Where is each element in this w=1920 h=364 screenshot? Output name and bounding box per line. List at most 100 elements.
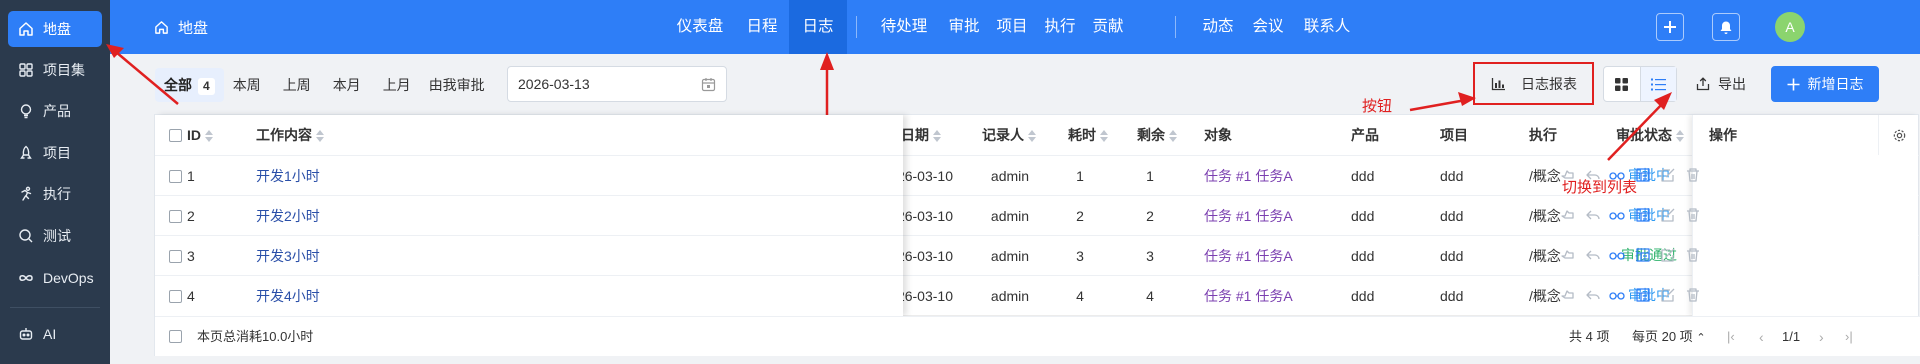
- pager-page-size[interactable]: 每页 20 项 ⌃: [1632, 317, 1706, 357]
- select-all-checkbox[interactable]: [169, 129, 182, 142]
- row-checkbox[interactable]: [169, 250, 182, 263]
- recorder-cell: admin: [990, 288, 1030, 304]
- sort-icon: [205, 130, 213, 143]
- detail-button[interactable]: [1634, 246, 1652, 264]
- export-button[interactable]: 导出: [1690, 66, 1752, 102]
- footer-select-checkbox[interactable]: [169, 330, 182, 343]
- column-header-left[interactable]: 剩余: [1137, 115, 1177, 155]
- sidebar-item-label: AI: [43, 326, 57, 342]
- delete-icon: [1687, 288, 1699, 302]
- content-link[interactable]: 开发1小时: [256, 156, 320, 196]
- nav-contribution[interactable]: 贡献: [1088, 0, 1128, 54]
- filter-tab-this-month[interactable]: 本月: [324, 68, 370, 102]
- start-button[interactable]: [1558, 206, 1576, 224]
- column-header-label: 工作内容: [256, 127, 312, 143]
- filter-tab-last-month[interactable]: 上月: [374, 68, 420, 102]
- user-avatar[interactable]: A: [1775, 12, 1805, 42]
- object-link[interactable]: 任务 #1 任务A: [1204, 276, 1293, 316]
- table-footer: 本页总消耗10.0小时 共 4 项 每页 20 项 ⌃ |‹ ‹ 1/1 › ›…: [155, 316, 1920, 356]
- undo-button[interactable]: [1584, 246, 1602, 264]
- undo-button[interactable]: [1584, 206, 1602, 224]
- nav-contacts[interactable]: 联系人: [1300, 0, 1354, 54]
- row-checkbox[interactable]: [169, 290, 182, 303]
- edit-button[interactable]: [1659, 166, 1677, 184]
- start-button[interactable]: [1558, 246, 1576, 264]
- edit-button[interactable]: [1659, 246, 1677, 264]
- row-checkbox[interactable]: [169, 210, 182, 223]
- start-button[interactable]: [1558, 286, 1576, 304]
- filter-tab-my-approval[interactable]: 由我审批: [420, 68, 494, 102]
- sidebar-item-project[interactable]: 项目: [8, 135, 102, 171]
- sidebar-item-devops[interactable]: DevOps: [8, 260, 102, 296]
- column-header-content[interactable]: 工作内容: [256, 115, 324, 155]
- filter-tab-last-week[interactable]: 上周: [274, 68, 320, 102]
- new-log-button[interactable]: 新增日志: [1771, 66, 1879, 102]
- nav-todo[interactable]: 待处理: [874, 0, 934, 54]
- sidebar-item-label: 测试: [43, 228, 71, 244]
- next-page-button[interactable]: ›: [1819, 317, 1824, 357]
- review-button[interactable]: [1608, 206, 1626, 224]
- sidebar-item-product[interactable]: 产品: [8, 93, 102, 129]
- annotation-label-button: 按钮: [1362, 98, 1393, 115]
- nav-dynamic[interactable]: 动态: [1198, 0, 1238, 54]
- nav-dashboard[interactable]: 仪表盘: [668, 0, 732, 54]
- column-header-date[interactable]: 日期: [901, 115, 941, 155]
- review-button[interactable]: [1608, 246, 1626, 264]
- list-view-button[interactable]: [1639, 67, 1676, 101]
- content-link[interactable]: 开发3小时: [256, 236, 320, 276]
- delete-button[interactable]: [1684, 246, 1702, 264]
- sidebar-item-execution[interactable]: 执行: [8, 176, 102, 212]
- annotation-label-switch-list: 切换到列表: [1562, 179, 1638, 196]
- nav-calendar[interactable]: 日程: [737, 0, 787, 54]
- review-button[interactable]: [1608, 286, 1626, 304]
- detail-button[interactable]: [1634, 206, 1652, 224]
- delete-button[interactable]: [1684, 206, 1702, 224]
- left-cell: 1: [1146, 168, 1154, 184]
- card-view-button[interactable]: [1604, 67, 1640, 101]
- date-picker[interactable]: 2026-03-13: [507, 66, 727, 102]
- object-link[interactable]: 任务 #1 任务A: [1204, 196, 1293, 236]
- nav-approval[interactable]: 审批: [944, 0, 984, 54]
- bell-icon: [1720, 21, 1732, 34]
- list-view-icon: [1650, 78, 1666, 90]
- first-page-button[interactable]: |‹: [1727, 317, 1735, 357]
- delete-button[interactable]: [1684, 286, 1702, 304]
- edit-button[interactable]: [1659, 286, 1677, 304]
- nav-meeting[interactable]: 会议: [1248, 0, 1288, 54]
- project-cell: ddd: [1440, 288, 1464, 304]
- row-checkbox[interactable]: [169, 170, 182, 183]
- detail-button[interactable]: [1634, 286, 1652, 304]
- column-header-consumed[interactable]: 耗时: [1068, 115, 1108, 155]
- column-header-status[interactable]: 审批状态: [1616, 115, 1684, 155]
- notification-button[interactable]: [1712, 13, 1740, 41]
- content-link[interactable]: 开发4小时: [256, 276, 320, 316]
- object-link[interactable]: 任务 #1 任务A: [1204, 236, 1293, 276]
- review-icon: [1609, 292, 1625, 300]
- filter-tab-all[interactable]: 全部 4: [155, 68, 224, 102]
- column-header-id[interactable]: ID: [187, 115, 213, 155]
- sidebar-item-test[interactable]: 测试: [8, 218, 102, 254]
- column-settings-icon[interactable]: [1892, 128, 1907, 143]
- undo-icon: [1586, 250, 1600, 260]
- sidebar-item-program[interactable]: 项目集: [8, 52, 102, 88]
- last-page-button[interactable]: ›|: [1845, 317, 1853, 357]
- top-navbar: 地盘 仪表盘 日程 日志 待处理 审批 项目 执行 贡献 动态 会议 联系人 A: [110, 0, 1920, 54]
- consumed-cell: 4: [1076, 288, 1084, 304]
- undo-button[interactable]: [1584, 286, 1602, 304]
- breadcrumb[interactable]: 地盘: [154, 0, 208, 54]
- create-button[interactable]: [1656, 13, 1684, 41]
- filter-tab-this-week[interactable]: 本周: [224, 68, 270, 102]
- id-cell: 4: [187, 288, 195, 304]
- prev-page-button[interactable]: ‹: [1759, 317, 1764, 357]
- edit-button[interactable]: [1659, 206, 1677, 224]
- sidebar-item-ai[interactable]: AI: [8, 316, 102, 352]
- nav-execution[interactable]: 执行: [1040, 0, 1080, 54]
- delete-button[interactable]: [1684, 166, 1702, 184]
- column-header-recorder[interactable]: 记录人: [982, 115, 1036, 155]
- nav-project[interactable]: 项目: [992, 0, 1032, 54]
- nav-divider: [1175, 16, 1176, 38]
- nav-worklog[interactable]: 日志: [789, 0, 847, 54]
- sidebar-item-home[interactable]: 地盘: [8, 11, 102, 47]
- content-link[interactable]: 开发2小时: [256, 196, 320, 236]
- object-link[interactable]: 任务 #1 任务A: [1204, 156, 1293, 196]
